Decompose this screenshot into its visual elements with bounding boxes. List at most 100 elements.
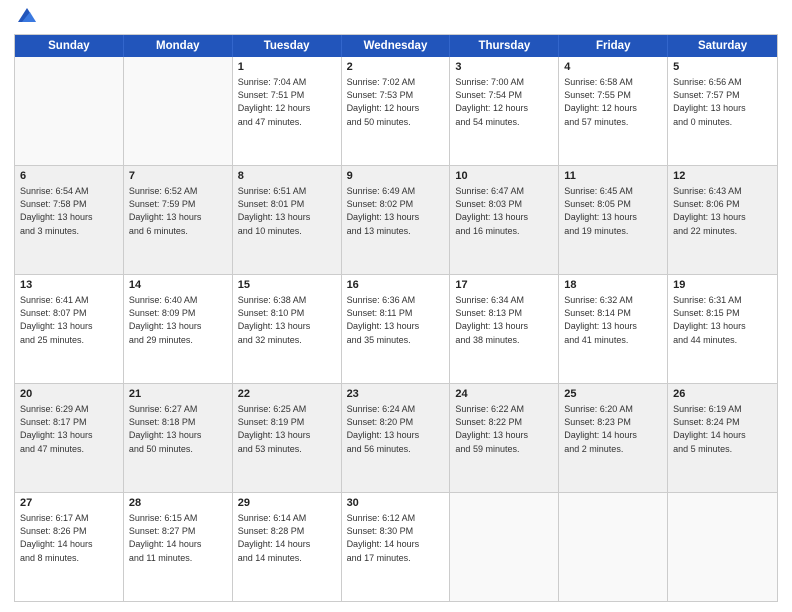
calendar-cell: 9Sunrise: 6:49 AMSunset: 8:02 PMDaylight… — [342, 166, 451, 274]
day-number: 22 — [238, 387, 336, 402]
calendar-cell: 2Sunrise: 7:02 AMSunset: 7:53 PMDaylight… — [342, 57, 451, 165]
calendar-cell: 7Sunrise: 6:52 AMSunset: 7:59 PMDaylight… — [124, 166, 233, 274]
cell-info: Sunrise: 6:29 AMSunset: 8:17 PMDaylight:… — [20, 403, 118, 455]
calendar-row-4: 20Sunrise: 6:29 AMSunset: 8:17 PMDayligh… — [15, 383, 777, 492]
calendar-cell: 25Sunrise: 6:20 AMSunset: 8:23 PMDayligh… — [559, 384, 668, 492]
calendar-header: SundayMondayTuesdayWednesdayThursdayFrid… — [15, 35, 777, 57]
calendar-cell: 15Sunrise: 6:38 AMSunset: 8:10 PMDayligh… — [233, 275, 342, 383]
header — [14, 12, 778, 26]
cell-info: Sunrise: 6:15 AMSunset: 8:27 PMDaylight:… — [129, 512, 227, 564]
calendar-cell: 13Sunrise: 6:41 AMSunset: 8:07 PMDayligh… — [15, 275, 124, 383]
cell-info: Sunrise: 6:12 AMSunset: 8:30 PMDaylight:… — [347, 512, 445, 564]
day-number: 21 — [129, 387, 227, 402]
calendar-cell: 11Sunrise: 6:45 AMSunset: 8:05 PMDayligh… — [559, 166, 668, 274]
cell-info: Sunrise: 6:31 AMSunset: 8:15 PMDaylight:… — [673, 294, 772, 346]
calendar-cell: 16Sunrise: 6:36 AMSunset: 8:11 PMDayligh… — [342, 275, 451, 383]
calendar-cell: 30Sunrise: 6:12 AMSunset: 8:30 PMDayligh… — [342, 493, 451, 601]
calendar-cell: 21Sunrise: 6:27 AMSunset: 8:18 PMDayligh… — [124, 384, 233, 492]
calendar-cell: 22Sunrise: 6:25 AMSunset: 8:19 PMDayligh… — [233, 384, 342, 492]
cell-info: Sunrise: 6:32 AMSunset: 8:14 PMDaylight:… — [564, 294, 662, 346]
cell-info: Sunrise: 6:24 AMSunset: 8:20 PMDaylight:… — [347, 403, 445, 455]
calendar: SundayMondayTuesdayWednesdayThursdayFrid… — [14, 34, 778, 602]
day-number: 28 — [129, 496, 227, 511]
calendar-row-2: 6Sunrise: 6:54 AMSunset: 7:58 PMDaylight… — [15, 165, 777, 274]
logo-icon — [16, 4, 38, 26]
cell-info: Sunrise: 6:45 AMSunset: 8:05 PMDaylight:… — [564, 185, 662, 237]
calendar-cell: 24Sunrise: 6:22 AMSunset: 8:22 PMDayligh… — [450, 384, 559, 492]
cell-info: Sunrise: 6:47 AMSunset: 8:03 PMDaylight:… — [455, 185, 553, 237]
calendar-body: 1Sunrise: 7:04 AMSunset: 7:51 PMDaylight… — [15, 57, 777, 601]
calendar-cell: 23Sunrise: 6:24 AMSunset: 8:20 PMDayligh… — [342, 384, 451, 492]
calendar-cell: 26Sunrise: 6:19 AMSunset: 8:24 PMDayligh… — [668, 384, 777, 492]
calendar-cell: 14Sunrise: 6:40 AMSunset: 8:09 PMDayligh… — [124, 275, 233, 383]
calendar-cell: 19Sunrise: 6:31 AMSunset: 8:15 PMDayligh… — [668, 275, 777, 383]
logo — [14, 12, 38, 26]
cell-info: Sunrise: 6:58 AMSunset: 7:55 PMDaylight:… — [564, 76, 662, 128]
day-number: 10 — [455, 169, 553, 184]
cell-info: Sunrise: 6:14 AMSunset: 8:28 PMDaylight:… — [238, 512, 336, 564]
day-number: 11 — [564, 169, 662, 184]
cell-info: Sunrise: 6:41 AMSunset: 8:07 PMDaylight:… — [20, 294, 118, 346]
day-number: 23 — [347, 387, 445, 402]
cell-info: Sunrise: 6:19 AMSunset: 8:24 PMDaylight:… — [673, 403, 772, 455]
day-number: 25 — [564, 387, 662, 402]
day-number: 29 — [238, 496, 336, 511]
calendar-cell — [15, 57, 124, 165]
cell-info: Sunrise: 6:25 AMSunset: 8:19 PMDaylight:… — [238, 403, 336, 455]
day-number: 4 — [564, 60, 662, 75]
cell-info: Sunrise: 6:27 AMSunset: 8:18 PMDaylight:… — [129, 403, 227, 455]
weekday-header-tuesday: Tuesday — [233, 35, 342, 57]
calendar-cell: 28Sunrise: 6:15 AMSunset: 8:27 PMDayligh… — [124, 493, 233, 601]
day-number: 19 — [673, 278, 772, 293]
day-number: 16 — [347, 278, 445, 293]
calendar-cell: 27Sunrise: 6:17 AMSunset: 8:26 PMDayligh… — [15, 493, 124, 601]
calendar-cell — [668, 493, 777, 601]
calendar-cell: 5Sunrise: 6:56 AMSunset: 7:57 PMDaylight… — [668, 57, 777, 165]
cell-info: Sunrise: 6:22 AMSunset: 8:22 PMDaylight:… — [455, 403, 553, 455]
calendar-cell: 4Sunrise: 6:58 AMSunset: 7:55 PMDaylight… — [559, 57, 668, 165]
day-number: 26 — [673, 387, 772, 402]
calendar-cell: 8Sunrise: 6:51 AMSunset: 8:01 PMDaylight… — [233, 166, 342, 274]
day-number: 20 — [20, 387, 118, 402]
day-number: 2 — [347, 60, 445, 75]
weekday-header-monday: Monday — [124, 35, 233, 57]
calendar-row-3: 13Sunrise: 6:41 AMSunset: 8:07 PMDayligh… — [15, 274, 777, 383]
day-number: 1 — [238, 60, 336, 75]
day-number: 6 — [20, 169, 118, 184]
cell-info: Sunrise: 6:43 AMSunset: 8:06 PMDaylight:… — [673, 185, 772, 237]
calendar-row-5: 27Sunrise: 6:17 AMSunset: 8:26 PMDayligh… — [15, 492, 777, 601]
day-number: 7 — [129, 169, 227, 184]
calendar-cell: 20Sunrise: 6:29 AMSunset: 8:17 PMDayligh… — [15, 384, 124, 492]
cell-info: Sunrise: 7:00 AMSunset: 7:54 PMDaylight:… — [455, 76, 553, 128]
day-number: 18 — [564, 278, 662, 293]
day-number: 17 — [455, 278, 553, 293]
calendar-cell — [124, 57, 233, 165]
calendar-cell: 6Sunrise: 6:54 AMSunset: 7:58 PMDaylight… — [15, 166, 124, 274]
cell-info: Sunrise: 6:36 AMSunset: 8:11 PMDaylight:… — [347, 294, 445, 346]
day-number: 24 — [455, 387, 553, 402]
day-number: 14 — [129, 278, 227, 293]
calendar-cell — [450, 493, 559, 601]
weekday-header-wednesday: Wednesday — [342, 35, 451, 57]
day-number: 30 — [347, 496, 445, 511]
calendar-cell: 17Sunrise: 6:34 AMSunset: 8:13 PMDayligh… — [450, 275, 559, 383]
day-number: 15 — [238, 278, 336, 293]
calendar-cell: 1Sunrise: 7:04 AMSunset: 7:51 PMDaylight… — [233, 57, 342, 165]
day-number: 3 — [455, 60, 553, 75]
cell-info: Sunrise: 6:56 AMSunset: 7:57 PMDaylight:… — [673, 76, 772, 128]
calendar-cell — [559, 493, 668, 601]
cell-info: Sunrise: 6:34 AMSunset: 8:13 PMDaylight:… — [455, 294, 553, 346]
day-number: 13 — [20, 278, 118, 293]
day-number: 12 — [673, 169, 772, 184]
page: SundayMondayTuesdayWednesdayThursdayFrid… — [0, 0, 792, 612]
weekday-header-sunday: Sunday — [15, 35, 124, 57]
cell-info: Sunrise: 6:38 AMSunset: 8:10 PMDaylight:… — [238, 294, 336, 346]
calendar-cell: 10Sunrise: 6:47 AMSunset: 8:03 PMDayligh… — [450, 166, 559, 274]
cell-info: Sunrise: 6:17 AMSunset: 8:26 PMDaylight:… — [20, 512, 118, 564]
weekday-header-saturday: Saturday — [668, 35, 777, 57]
cell-info: Sunrise: 7:04 AMSunset: 7:51 PMDaylight:… — [238, 76, 336, 128]
calendar-cell: 3Sunrise: 7:00 AMSunset: 7:54 PMDaylight… — [450, 57, 559, 165]
calendar-cell: 18Sunrise: 6:32 AMSunset: 8:14 PMDayligh… — [559, 275, 668, 383]
cell-info: Sunrise: 6:52 AMSunset: 7:59 PMDaylight:… — [129, 185, 227, 237]
cell-info: Sunrise: 6:40 AMSunset: 8:09 PMDaylight:… — [129, 294, 227, 346]
